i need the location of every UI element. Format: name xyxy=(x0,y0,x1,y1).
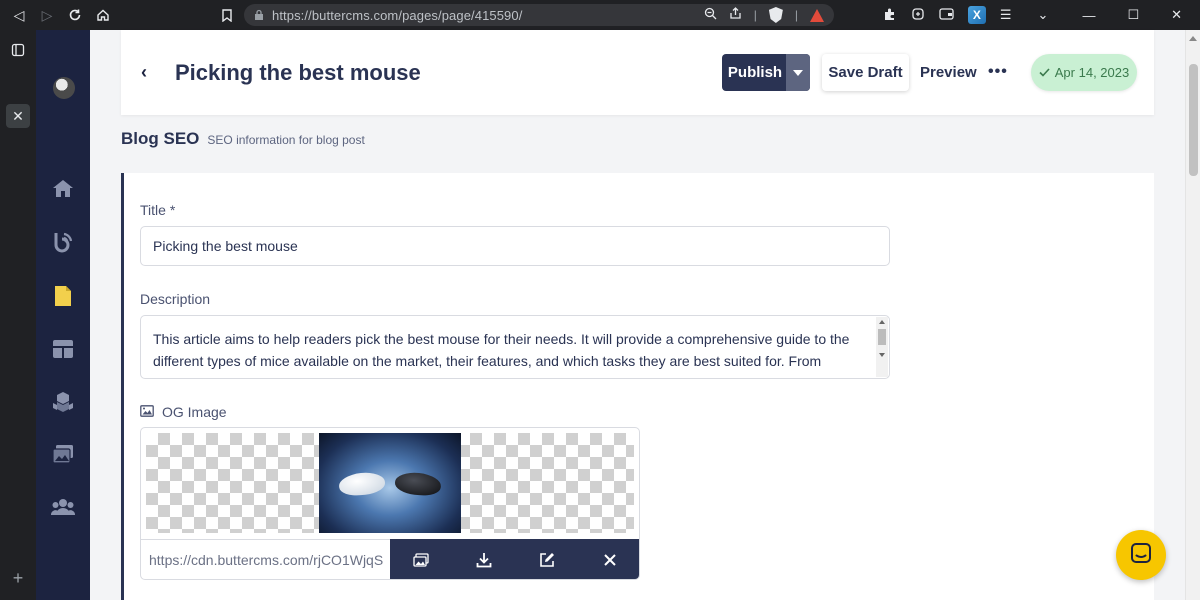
back-chevron-icon[interactable]: ‹ xyxy=(141,62,147,83)
pages-icon[interactable] xyxy=(51,284,75,308)
main-content: ‹ Picking the best mouse Publish Save Dr… xyxy=(90,30,1185,600)
vpn-icon[interactable] xyxy=(911,7,925,24)
avatar[interactable] xyxy=(53,77,75,99)
og-image-field: https://cdn.buttercms.com/rjCO1WjqS xyxy=(140,427,640,580)
preview-button[interactable]: Preview xyxy=(920,64,977,81)
og-image-actions xyxy=(390,539,639,579)
reload-icon[interactable] xyxy=(64,4,86,26)
og-image-photo xyxy=(319,433,461,533)
more-options-button[interactable]: ••• xyxy=(988,63,1008,81)
description-textarea[interactable]: This article aims to help readers pick t… xyxy=(140,315,890,379)
caret-down-icon xyxy=(793,69,803,76)
chevron-down-icon[interactable]: ⌄ xyxy=(1038,7,1049,23)
browser-toolbar: ◁ ▷ https://buttercms.com/pages/page/415… xyxy=(0,0,1200,30)
save-draft-button[interactable]: Save Draft xyxy=(822,54,909,91)
og-image-preview[interactable] xyxy=(146,433,634,533)
menu-icon[interactable]: ☰ xyxy=(1000,7,1012,23)
browser-side-panel: ✕ + xyxy=(0,30,36,600)
home-icon[interactable] xyxy=(51,176,75,200)
black-mouse-image xyxy=(393,470,443,498)
extension-x-icon[interactable]: X xyxy=(967,6,986,24)
minimize-icon[interactable]: — xyxy=(1082,8,1095,23)
title-input[interactable]: Picking the best mouse xyxy=(140,226,890,266)
zoom-icon[interactable] xyxy=(704,7,717,23)
description-label: Description xyxy=(140,291,211,307)
check-icon xyxy=(1039,65,1050,80)
close-window-icon[interactable]: ✕ xyxy=(1171,7,1182,23)
chat-support-button[interactable] xyxy=(1116,530,1166,580)
brave-rewards-icon[interactable] xyxy=(810,8,824,22)
brave-shield-icon[interactable] xyxy=(768,7,783,23)
page-scrollbar[interactable] xyxy=(1185,30,1200,600)
publish-label: Publish xyxy=(727,64,783,81)
bookmark-icon[interactable] xyxy=(218,4,236,26)
add-panel-icon[interactable]: + xyxy=(6,566,30,590)
description-text: This article aims to help readers pick t… xyxy=(153,331,859,378)
page-title: Picking the best mouse xyxy=(175,60,421,85)
seo-form: Title * Picking the best mouse Descripti… xyxy=(121,173,1154,600)
blog-icon[interactable] xyxy=(51,230,75,254)
collections-icon[interactable] xyxy=(51,337,75,361)
og-image-url-input[interactable]: https://cdn.buttercms.com/rjCO1WjqS xyxy=(141,539,390,579)
share-icon[interactable] xyxy=(729,7,742,23)
media-icon[interactable] xyxy=(51,442,75,466)
og-image-label: OG Image xyxy=(162,404,227,420)
close-icon[interactable]: ✕ xyxy=(6,104,30,128)
sidebar-toggle-icon[interactable] xyxy=(6,38,30,62)
scroll-up-icon[interactable] xyxy=(1189,36,1197,41)
section-header: Blog SEO SEO information for blog post xyxy=(121,129,365,149)
users-icon[interactable] xyxy=(51,495,75,519)
home-icon[interactable] xyxy=(92,4,114,26)
download-icon[interactable] xyxy=(473,549,495,571)
edit-icon[interactable] xyxy=(536,549,558,571)
publish-button[interactable]: Publish xyxy=(722,54,810,91)
url-text: https://buttercms.com/pages/page/415590/ xyxy=(272,7,523,23)
section-title: Blog SEO xyxy=(121,129,200,148)
title-label: Title * xyxy=(140,202,176,218)
media-library-icon[interactable] xyxy=(410,549,432,571)
og-image-label-row: OG Image xyxy=(140,404,227,420)
address-bar[interactable]: https://buttercms.com/pages/page/415590/… xyxy=(244,4,834,26)
remove-icon[interactable] xyxy=(599,549,621,571)
date-text: Apr 14, 2023 xyxy=(1054,65,1130,80)
wallet-icon[interactable] xyxy=(939,7,954,23)
image-icon xyxy=(140,404,154,420)
published-date-badge[interactable]: Apr 14, 2023 xyxy=(1031,54,1137,91)
publish-dropdown-button[interactable] xyxy=(786,54,810,91)
components-icon[interactable] xyxy=(51,390,75,414)
textarea-scrollbar[interactable] xyxy=(876,317,888,377)
forward-icon[interactable]: ▷ xyxy=(36,4,58,26)
divider-icon: | xyxy=(794,8,798,22)
chat-icon xyxy=(1129,541,1153,570)
app-sidebar xyxy=(36,30,90,600)
maximize-icon[interactable]: ☐ xyxy=(1127,7,1139,23)
divider-icon: | xyxy=(753,8,757,22)
white-mouse-image xyxy=(337,470,387,498)
back-icon[interactable]: ◁ xyxy=(8,4,30,26)
lock-icon xyxy=(254,9,266,21)
extensions-icon[interactable] xyxy=(883,7,897,24)
page-header: ‹ Picking the best mouse Publish Save Dr… xyxy=(121,30,1154,115)
scrollbar-thumb[interactable] xyxy=(1189,64,1198,176)
section-subtitle: SEO information for blog post xyxy=(207,133,365,147)
